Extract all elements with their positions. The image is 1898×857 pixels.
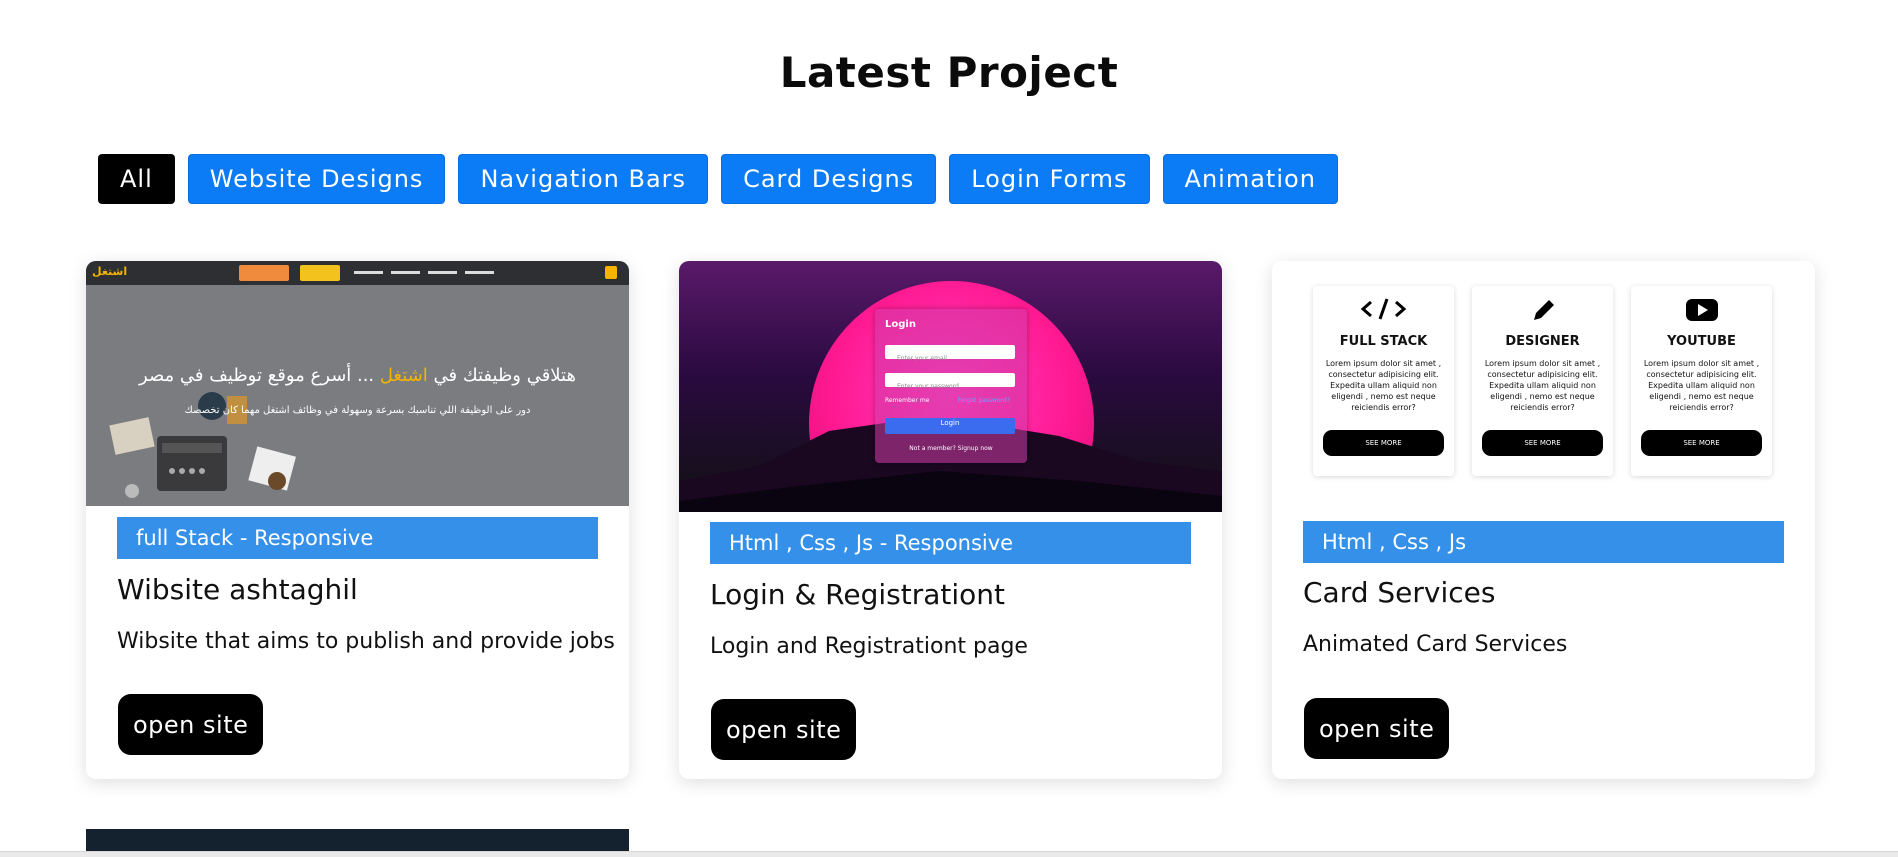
thumb-headline: هتلاقي وظيفتك في اشتغل ... أسرع موقع توظ…	[139, 365, 576, 386]
see-more-button: SEE MORE	[1482, 430, 1603, 456]
filter-animation[interactable]: Animation	[1162, 154, 1338, 204]
open-site-button[interactable]: open site	[711, 699, 857, 760]
thumb-orange-button	[239, 265, 289, 281]
thumb-signup-text: Not a member? Signup now	[909, 445, 993, 452]
service-title: FULL STACK	[1339, 334, 1428, 349]
service-title: DESIGNER	[1505, 334, 1580, 349]
project-tag: Html , Css , Js	[1303, 521, 1784, 563]
service-card-youtube: YOUTUBE Lorem ipsum dolor sit amet , con…	[1631, 286, 1772, 476]
project-name: Login & Registrationt	[710, 578, 1005, 611]
thumb-yellow-button	[300, 265, 340, 281]
project-name: Wibsite ashtaghil	[117, 573, 358, 606]
youtube-icon	[1686, 299, 1718, 321]
filter-login-forms[interactable]: Login Forms	[949, 154, 1150, 204]
project-thumbnail: اشتغل هتلاقي وظيفتك في اشتغل ... أسرع مو…	[86, 261, 629, 506]
thumb-password-input: Enter your password	[885, 373, 1015, 390]
filter-bar: All Website Designs Navigation Bars Card…	[98, 154, 1338, 204]
project-description: Animated Card Services	[1303, 632, 1568, 657]
project-description: Wibsite that aims to publish and provide…	[117, 629, 615, 654]
filter-card-designs[interactable]: Card Designs	[721, 154, 937, 204]
thumb-login-form: Login Enter your email Enter your passwo…	[875, 309, 1027, 463]
code-icon	[1360, 298, 1407, 320]
project-tag: Html , Css , Js - Responsive	[710, 522, 1191, 564]
pencil-icon	[1534, 300, 1554, 320]
project-card-login: Login Enter your email Enter your passwo…	[679, 261, 1222, 779]
thumb-navbar: اشتغل	[86, 261, 629, 285]
service-text: Lorem ipsum dolor sit amet , consectetur…	[1643, 359, 1760, 412]
project-thumbnail: FULL STACK Lorem ipsum dolor sit amet , …	[1272, 261, 1815, 509]
filter-navigation-bars[interactable]: Navigation Bars	[458, 154, 709, 204]
project-thumbnail: Login Enter your email Enter your passwo…	[679, 261, 1222, 512]
thumb-remember: Remember me Forgot password?	[885, 397, 1010, 404]
service-title: YOUTUBE	[1667, 334, 1736, 349]
open-site-button[interactable]: open site	[118, 694, 264, 755]
see-more-button: SEE MORE	[1641, 430, 1762, 456]
service-card-full-stack: FULL STACK Lorem ipsum dolor sit amet , …	[1313, 286, 1454, 476]
window-bottom-edge	[0, 851, 1898, 857]
user-icon	[605, 266, 617, 279]
project-description: Login and Registrationt page	[710, 634, 1028, 659]
service-card-designer: DESIGNER Lorem ipsum dolor sit amet , co…	[1472, 286, 1613, 476]
project-name: Card Services	[1303, 576, 1496, 609]
thumb-logo: اشتغل	[92, 265, 128, 278]
desk-illustration	[109, 392, 296, 498]
thumb-subline: دور على الوظيفة اللي تناسبك بسرعة وسهولة…	[184, 405, 531, 416]
filter-all[interactable]: All	[98, 154, 175, 204]
project-tag: full Stack - Responsive	[117, 517, 598, 559]
thumb-login-title: Login	[885, 319, 916, 330]
service-text: Lorem ipsum dolor sit amet , consectetur…	[1484, 359, 1601, 412]
project-card-ashtaghil: اشتغل هتلاقي وظيفتك في اشتغل ... أسرع مو…	[86, 261, 629, 779]
thumb-nav-links	[354, 268, 494, 276]
project-card-services: FULL STACK Lorem ipsum dolor sit amet , …	[1272, 261, 1815, 779]
thumb-login-button-label: Login	[940, 419, 960, 427]
filter-website-designs[interactable]: Website Designs	[187, 154, 446, 204]
service-text: Lorem ipsum dolor sit amet , consectetur…	[1325, 359, 1442, 412]
see-more-button: SEE MORE	[1323, 430, 1444, 456]
page-title: Latest Project	[779, 48, 1119, 97]
open-site-button[interactable]: open site	[1304, 698, 1450, 759]
thumb-email-input: Enter your email	[885, 345, 1015, 362]
